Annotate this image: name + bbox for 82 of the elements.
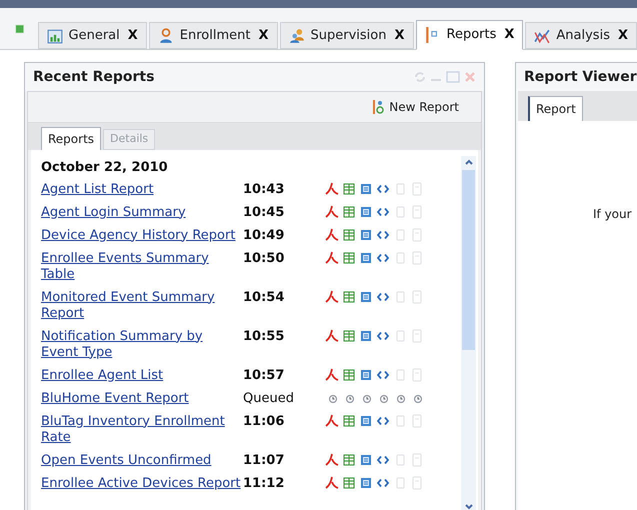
tab[interactable]: Reports (41, 127, 102, 151)
spreadsheet-icon[interactable] (342, 204, 356, 218)
spreadsheet-icon[interactable] (342, 368, 356, 382)
report-link[interactable]: Enrollee Active Devices Report (41, 476, 243, 492)
pdf-icon[interactable] (325, 290, 339, 304)
tab-label: Reports (446, 26, 496, 44)
new-report-icon (373, 99, 386, 115)
pdf-icon[interactable] (325, 228, 339, 242)
report-time: 11:07 (243, 452, 286, 468)
report-time: Queued (243, 390, 295, 406)
spreadsheet-icon[interactable] (342, 290, 356, 304)
report-link[interactable]: BluHome Event Report (41, 390, 243, 406)
report-time: 11:12 (243, 476, 286, 492)
spreadsheet-icon[interactable] (342, 414, 356, 428)
report-time: 10:54 (243, 290, 286, 306)
document-icon[interactable] (359, 476, 373, 490)
report-link[interactable]: Enrollee Agent List (41, 368, 243, 384)
people-icon (288, 28, 304, 44)
tab[interactable]: Enrollment X (148, 22, 278, 49)
pdf-icon[interactable] (325, 414, 339, 428)
spreadsheet-icon[interactable] (342, 476, 356, 490)
date-heading: October 22, 2010 (41, 159, 169, 177)
report-link[interactable]: Open Events Unconfirmed (41, 452, 243, 468)
report-link[interactable]: Agent Login Summary (41, 204, 243, 220)
pdf-icon[interactable] (325, 182, 339, 196)
tab[interactable]: Reports X (416, 20, 524, 50)
report-link[interactable]: Agent List Report (41, 182, 243, 198)
document-icon[interactable] (359, 290, 373, 304)
panel-title: Report Viewer (524, 68, 637, 86)
pdf-icon[interactable] (325, 368, 339, 382)
tab[interactable]: Supervision X (280, 22, 414, 49)
document-icon[interactable] (359, 228, 373, 242)
report-time: 10:43 (243, 182, 286, 198)
scroll-thumb[interactable] (462, 170, 475, 350)
document-icon[interactable] (359, 204, 373, 218)
new-report-button[interactable]: New Report (373, 98, 459, 116)
pdf-icon[interactable] (325, 204, 339, 218)
report-link[interactable]: Notification Summary by Event Type (41, 328, 243, 360)
report-link[interactable]: Device Agency History Report (41, 228, 243, 244)
tab-close-button[interactable]: X (394, 26, 404, 46)
tab-close-button[interactable]: X (504, 25, 514, 45)
tab-label: General (68, 26, 120, 45)
tab[interactable]: Analysis X (525, 22, 637, 49)
spreadsheet-icon[interactable] (342, 452, 356, 466)
panel-title: Recent Reports (33, 68, 154, 86)
tab-close-button[interactable]: X (258, 26, 268, 46)
document-icon[interactable] (359, 182, 373, 196)
pdf-icon[interactable] (325, 250, 339, 264)
viewer-message: If your (593, 207, 632, 221)
spreadsheet-icon[interactable] (342, 250, 356, 264)
pdf-icon[interactable] (325, 476, 339, 490)
document-icon[interactable] (359, 250, 373, 264)
report-link[interactable]: Monitored Event Summary Report (41, 290, 243, 322)
tab-label: Supervision (310, 26, 386, 45)
spreadsheet-icon[interactable] (342, 328, 356, 342)
analysis-icon (534, 28, 550, 44)
chart-icon (46, 28, 63, 44)
document-icon[interactable] (359, 368, 373, 382)
document-icon[interactable] (359, 414, 373, 428)
tab-close-button[interactable]: X (128, 26, 138, 46)
app-icon (14, 22, 26, 36)
spreadsheet-icon[interactable] (342, 182, 356, 196)
report-link[interactable]: BluTag Inventory Enrollment Rate (41, 414, 243, 446)
report-time: 10:50 (243, 250, 286, 266)
report-time: 10:55 (243, 328, 286, 344)
tab-close-button[interactable]: X (618, 26, 628, 46)
report-time: 10:57 (243, 368, 286, 384)
pdf-icon[interactable] (325, 452, 339, 466)
scrollbar[interactable] (461, 156, 476, 510)
report-time: 10:49 (243, 228, 286, 244)
tab[interactable]: General X (38, 22, 147, 49)
tab-label: Enrollment (180, 26, 250, 45)
tab[interactable]: Report (528, 96, 583, 122)
spreadsheet-icon[interactable] (342, 228, 356, 242)
report-time: 10:45 (243, 204, 286, 220)
document-icon[interactable] (359, 328, 373, 342)
report-link[interactable]: Enrollee Events Summary Table (41, 250, 243, 282)
tab-label: Analysis (556, 26, 610, 45)
person-icon (158, 28, 174, 44)
report-time: 11:06 (243, 414, 286, 430)
document-icon[interactable] (359, 452, 373, 466)
pdf-icon[interactable] (325, 328, 339, 342)
